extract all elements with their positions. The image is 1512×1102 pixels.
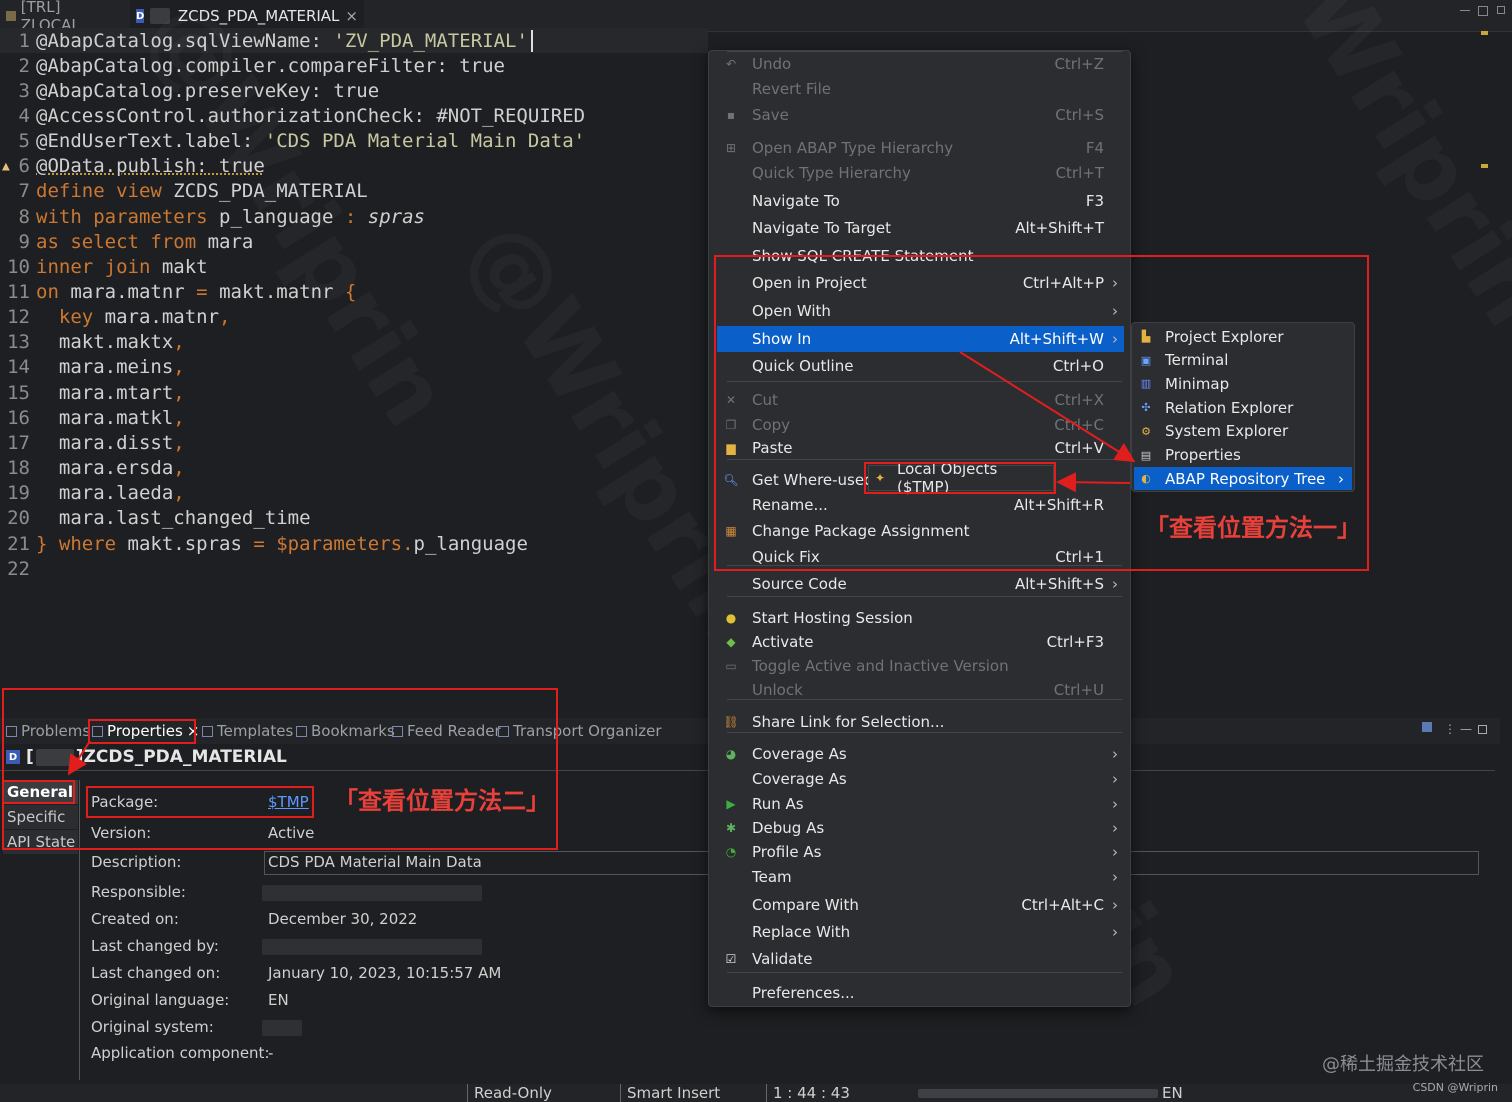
annotation-arrows: [67, 351, 1136, 776]
arrow-to-repository-tree: [959, 351, 1136, 463]
juejin-watermark: @稀土掘金技术社区: [1322, 1054, 1484, 1075]
arrow-to-general: [67, 740, 91, 776]
csdn-watermark: CSDN @Wriprin: [1412, 1081, 1498, 1094]
arrow-to-local-objects: [1056, 472, 1131, 493]
